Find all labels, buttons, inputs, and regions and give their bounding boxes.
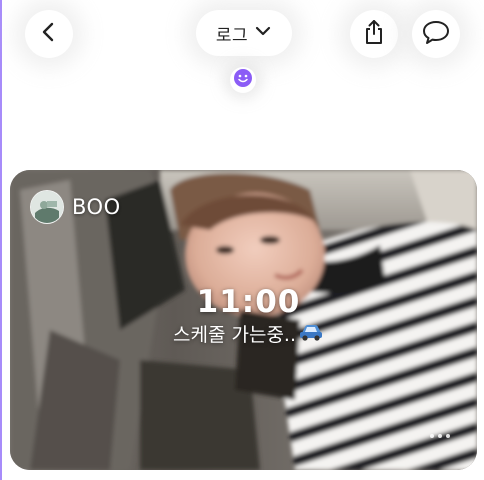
- share-button[interactable]: [350, 10, 398, 58]
- smiley-icon: [233, 68, 253, 92]
- chat-button[interactable]: [412, 10, 460, 58]
- log-post-card[interactable]: BOO 11:00 스케줄 가는중..: [10, 170, 477, 470]
- page-title: 로그: [215, 25, 249, 46]
- author-name: BOO: [72, 195, 121, 219]
- chat-bubble-icon: [421, 19, 451, 49]
- post-author[interactable]: BOO: [30, 190, 121, 224]
- back-button[interactable]: [25, 10, 73, 58]
- status-avatar[interactable]: [230, 67, 256, 93]
- post-time: 11:00: [196, 284, 301, 320]
- log-title-dropdown[interactable]: 로그: [196, 10, 292, 56]
- more-dots-icon[interactable]: [430, 434, 450, 438]
- chevron-down-icon: [254, 22, 272, 44]
- caption-row: 스케줄 가는중..: [10, 320, 477, 347]
- post-caption: 스케줄 가는중..: [173, 324, 296, 346]
- chevron-left-icon: [38, 21, 60, 47]
- car-icon: [298, 322, 324, 346]
- avatar: [30, 190, 64, 224]
- top-bar: 로그: [0, 0, 484, 100]
- share-icon: [361, 19, 387, 49]
